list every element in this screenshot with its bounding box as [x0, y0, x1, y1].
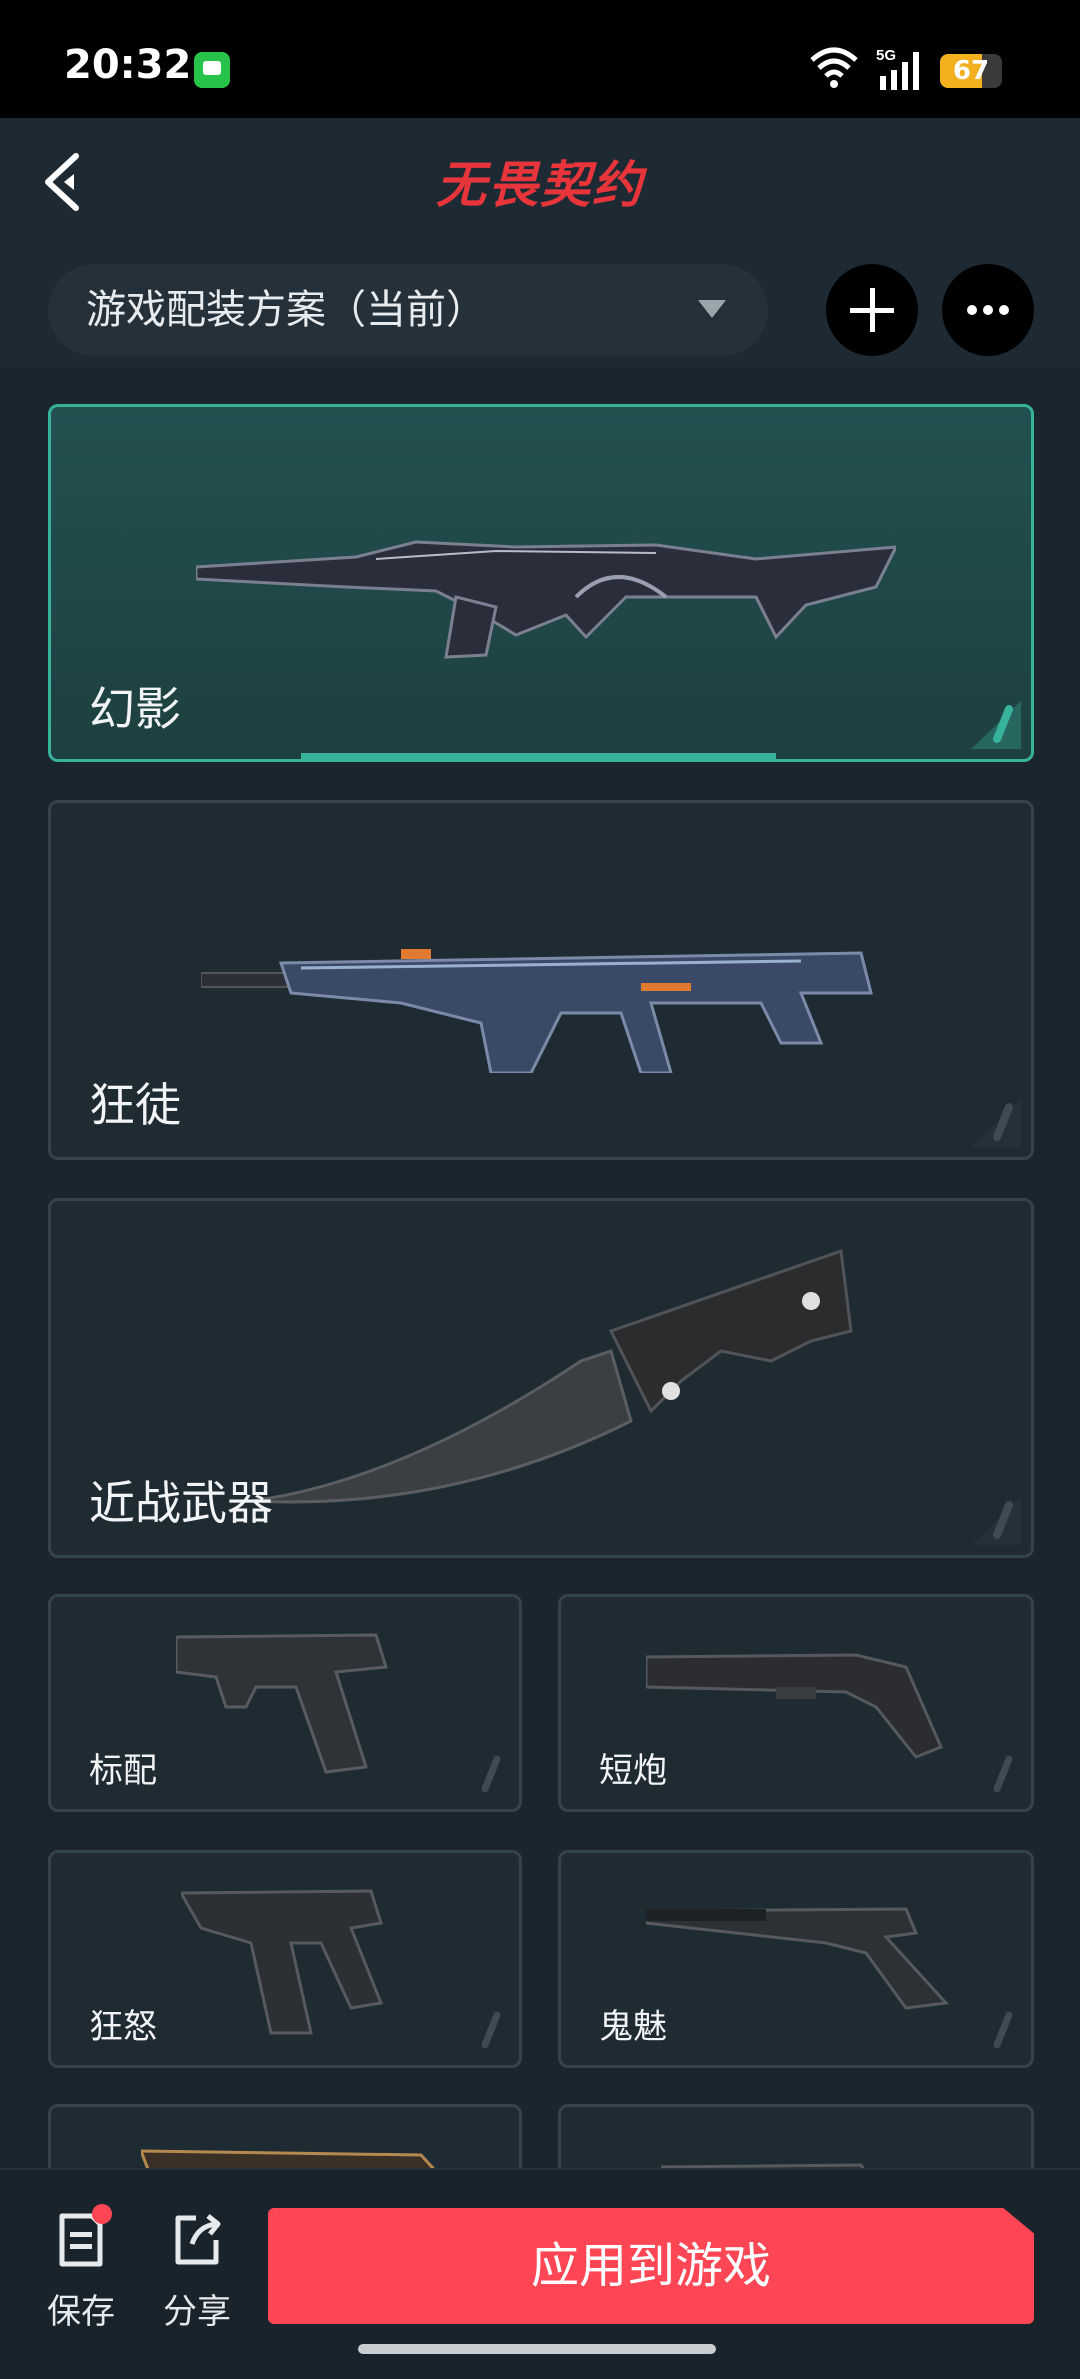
save-icon: [59, 2213, 103, 2267]
apply-label: 应用到游戏: [530, 2238, 771, 2294]
weapon-name: 短炮: [599, 1751, 667, 1791]
weapon-card-melee[interactable]: 近战武器: [48, 1198, 1034, 1558]
edit-icon[interactable]: [449, 1739, 513, 1803]
edit-icon[interactable]: [961, 1739, 1025, 1803]
battery-level: 67: [952, 56, 990, 86]
home-indicator[interactable]: [358, 2344, 716, 2354]
chevron-down-icon: [698, 300, 726, 318]
network-type: 5G: [876, 47, 896, 64]
more-icon: [967, 305, 1009, 315]
weapon-card-frenzy[interactable]: 狂怒: [48, 1850, 522, 2068]
weapon-name: 鬼魅: [599, 2007, 667, 2047]
save-button[interactable]: 保存: [36, 2204, 126, 2332]
add-loadout-button[interactable]: [826, 264, 918, 356]
knife-weapon-image: [251, 1248, 853, 1504]
vandal-weapon-image: [201, 949, 873, 1073]
message-app-icon: [194, 52, 230, 88]
weapon-name: 近战武器: [89, 1476, 273, 1530]
status-bar: 20:32 5G 67: [0, 0, 1080, 118]
apply-to-game-button[interactable]: 应用到游戏: [268, 2208, 1034, 2324]
share-button[interactable]: 分享: [152, 2210, 242, 2332]
weapon-card-shorty[interactable]: 短炮: [558, 1594, 1034, 1812]
plus-icon: [850, 288, 894, 332]
phantom-weapon-image: [196, 540, 896, 659]
back-button[interactable]: [38, 150, 98, 214]
classic-weapon-image: [176, 1633, 388, 1774]
edit-icon[interactable]: [961, 1485, 1025, 1549]
save-label: 保存: [47, 2292, 115, 2332]
signal-5g-icon: 5G: [876, 47, 919, 90]
frenzy-weapon-image: [181, 1889, 384, 2035]
edit-icon[interactable]: [961, 689, 1025, 753]
loadout-dropdown[interactable]: 游戏配装方案（当前）: [48, 264, 768, 356]
app-logo: 无畏契约: [436, 156, 644, 214]
weapon-card-ghost[interactable]: 鬼魅: [558, 1850, 1034, 2068]
weapon-name: 幻影: [89, 682, 181, 736]
share-icon: [175, 2214, 221, 2265]
ghost-weapon-image: [646, 1907, 950, 2010]
notification-dot: [92, 2204, 112, 2224]
share-label: 分享: [163, 2292, 231, 2332]
weapon-card-classic[interactable]: 标配: [48, 1594, 522, 1812]
edit-icon[interactable]: [961, 1995, 1025, 2059]
edit-icon[interactable]: [961, 1087, 1025, 1151]
shorty-weapon-image: [646, 1653, 943, 1759]
weapon-name: 狂怒: [89, 2007, 157, 2047]
weapon-card-vandal[interactable]: 狂徒: [48, 800, 1034, 1160]
weapon-card-phantom[interactable]: 幻影: [48, 404, 1034, 762]
edit-icon[interactable]: [449, 1995, 513, 2059]
more-options-button[interactable]: [942, 264, 1034, 356]
weapon-name: 狂徒: [89, 1078, 181, 1132]
battery-indicator: 67: [940, 54, 1002, 88]
status-time: 20:32: [64, 42, 192, 88]
wifi-icon: [810, 47, 858, 88]
selected-indicator: [301, 753, 776, 759]
weapon-name: 标配: [89, 1751, 157, 1791]
loadout-label: 游戏配装方案（当前）: [86, 287, 486, 333]
